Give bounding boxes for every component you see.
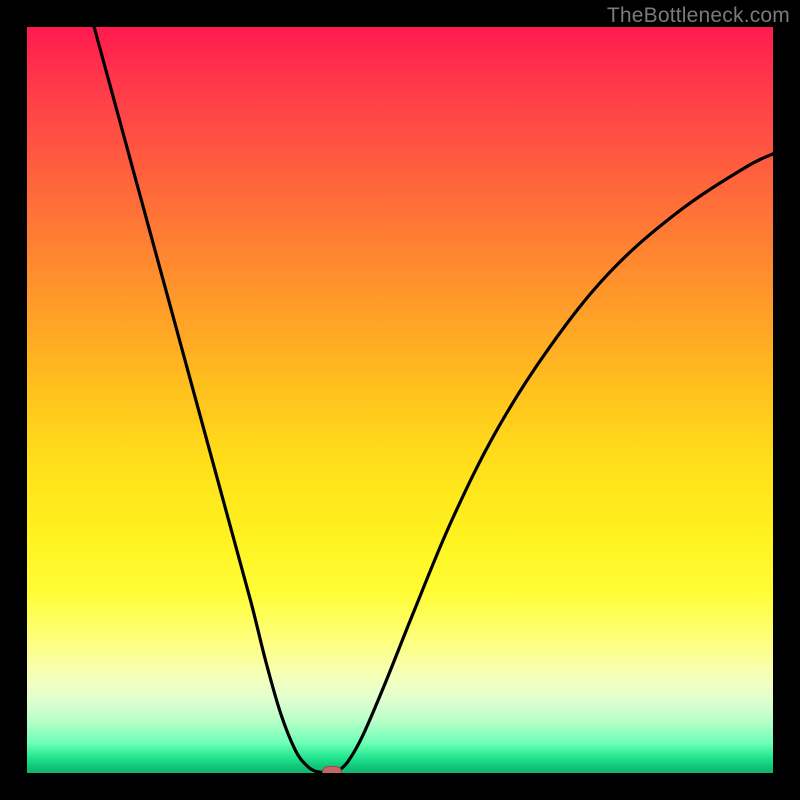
optimum-marker	[322, 766, 342, 773]
chart-frame: TheBottleneck.com	[0, 0, 800, 800]
bottleneck-curve	[27, 27, 773, 773]
plot-area	[27, 27, 773, 773]
watermark-text: TheBottleneck.com	[607, 4, 790, 28]
